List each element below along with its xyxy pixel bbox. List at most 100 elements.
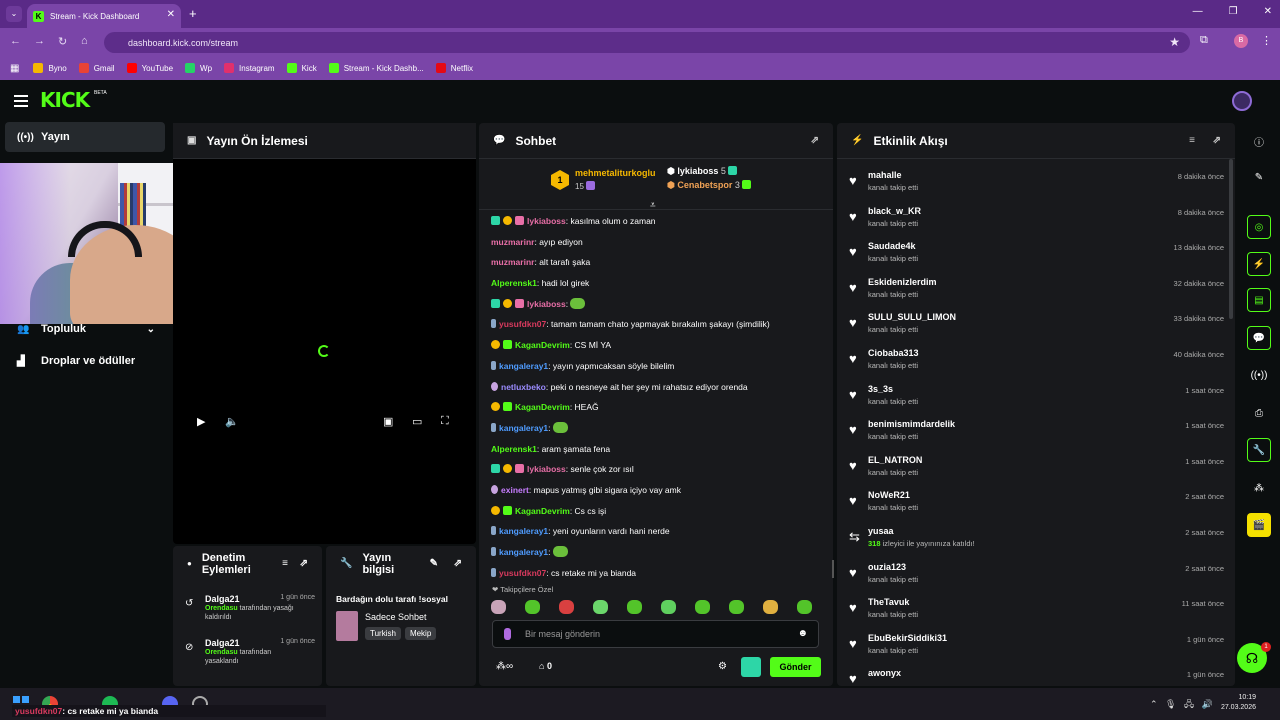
mic-icon[interactable] xyxy=(504,628,511,640)
printer-icon[interactable]: ⎙ xyxy=(1247,401,1271,425)
activity-username[interactable]: EL_NATRON xyxy=(868,455,922,465)
chat-username[interactable]: lykiaboss xyxy=(527,464,566,474)
bookmark-item[interactable]: Netflix xyxy=(435,63,473,73)
chat-username[interactable]: lykiaboss xyxy=(527,216,566,226)
chat-username[interactable]: exinert xyxy=(501,485,529,495)
activity-username[interactable]: yusaa xyxy=(868,526,894,536)
forward-button[interactable]: → xyxy=(34,35,45,47)
activity-username[interactable]: awonyx xyxy=(868,668,901,678)
send-button[interactable]: Gönder xyxy=(770,657,821,677)
sidebar-item-yayin[interactable]: ((•)) Yayın xyxy=(5,122,165,152)
activity-username[interactable]: 3s_3s xyxy=(868,384,893,394)
play-icon[interactable]: ▶ xyxy=(197,415,205,428)
edit-icon[interactable]: ✎ xyxy=(430,558,438,570)
popout-icon[interactable]: ⇗ xyxy=(1213,135,1221,146)
bookmark-item[interactable]: Byno xyxy=(33,63,67,73)
popout-icon[interactable]: ⇗ xyxy=(300,558,308,570)
bookmark-item[interactable]: Instagram xyxy=(224,63,275,73)
activity-username[interactable]: mahalle xyxy=(868,170,902,180)
activity-item[interactable]: ♥ Saudade4k kanalı takip etti 13 dakika önc… xyxy=(849,238,1224,273)
top-gifter-name[interactable]: mehmetaliturkoglu xyxy=(575,168,656,178)
bookmark-item[interactable]: Kick xyxy=(286,63,317,73)
activity-item[interactable]: ♥ NoWeR21 kanalı takip etti 2 saat önce xyxy=(849,487,1224,522)
taskbar-clock[interactable]: 10:19 27.03.2026 xyxy=(1221,693,1256,713)
tab-close-icon[interactable]: ✕ xyxy=(167,9,175,20)
activity-item[interactable]: ♥ black_w_KR kanalı takip etti 8 dakika önc… xyxy=(849,203,1224,238)
chat-username[interactable]: kangaleray1 xyxy=(499,547,548,557)
preview-toggle-icon[interactable]: ◎ xyxy=(1247,215,1271,239)
activity-username[interactable]: ouzia123 xyxy=(868,562,906,572)
kick-bot-icon[interactable] xyxy=(741,657,761,677)
chat-username[interactable]: yusufdkn07 xyxy=(499,319,546,329)
clapper-icon[interactable]: 🎬 xyxy=(1247,513,1271,537)
tag[interactable]: Mekip xyxy=(404,627,437,640)
chat-username[interactable]: Alperensk1 xyxy=(491,278,537,288)
chat-toggle-icon[interactable]: 💬 xyxy=(1247,326,1271,350)
emote[interactable] xyxy=(729,600,744,614)
broadcast-toggle-icon[interactable]: ((•)) xyxy=(1247,363,1271,387)
chat-username[interactable]: kangaleray1 xyxy=(499,423,548,433)
new-tab-button[interactable]: + xyxy=(189,6,197,21)
bookmark-item[interactable]: Wp xyxy=(185,63,212,73)
home-button[interactable]: ⌂ xyxy=(81,35,88,47)
url-bar[interactable]: dashboard.kick.com/stream ★ xyxy=(104,32,1190,53)
activity-username[interactable]: EbuBekirSiddiki31 xyxy=(868,633,947,643)
filter-icon[interactable]: ≡ xyxy=(1189,135,1195,146)
chat-username[interactable]: KaganDevrim xyxy=(515,506,570,516)
collapse-icon[interactable]: ⩡ xyxy=(650,200,656,211)
chat-username[interactable]: muzmarinr xyxy=(491,257,534,267)
chat-username[interactable]: KaganDevrim xyxy=(515,402,570,412)
chat-input[interactable]: Bir mesaj gönderin ☻ xyxy=(492,620,819,648)
chat-username[interactable]: muzmarinr xyxy=(491,237,534,247)
chat-username[interactable]: Alperensk1 xyxy=(491,444,537,454)
activity-username[interactable]: Ciobaba313 xyxy=(868,348,919,358)
points-counter[interactable]: ⌂ 0 xyxy=(539,661,552,671)
activity-item[interactable]: ♥ TheTavuk kanalı takip etti 11 saat önce xyxy=(849,594,1224,629)
emote[interactable] xyxy=(763,600,778,614)
tab-search-button[interactable]: ⌄ xyxy=(6,6,22,22)
emote[interactable] xyxy=(695,600,710,614)
activity-item[interactable]: ♥ SULU_SULU_LIMON kanalı takip etti 33 daki… xyxy=(849,309,1224,344)
kick-logo[interactable]: KICK xyxy=(40,88,90,112)
activity-item[interactable]: ⇆ yusaa 318 izleyici ile yayınınıza katıld… xyxy=(849,523,1224,558)
bookmark-item[interactable]: Gmail xyxy=(78,63,115,73)
popout-icon[interactable]: ⇗ xyxy=(811,135,819,146)
popout-icon[interactable]: ⇗ xyxy=(454,558,462,570)
chat-settings-icon[interactable]: ⚙ xyxy=(718,661,727,672)
activity-item[interactable]: ♥ EL_NATRON kanalı takip etti 1 saat önce xyxy=(849,452,1224,487)
theater-mode-icon[interactable]: ▭ xyxy=(412,415,422,428)
chat-username[interactable]: lykiaboss xyxy=(527,299,566,309)
user-avatar[interactable] xyxy=(1232,91,1252,111)
chat-username[interactable]: KaganDevrim xyxy=(515,340,570,350)
activity-username[interactable]: Saudade4k xyxy=(868,241,916,251)
pip-icon[interactable]: ▣ xyxy=(383,415,393,428)
emote[interactable] xyxy=(593,600,608,614)
browser-menu-icon[interactable]: ⋮ xyxy=(1261,34,1272,47)
back-button[interactable]: ← xyxy=(10,35,21,47)
activity-scrollbar[interactable] xyxy=(1229,159,1233,319)
emote[interactable] xyxy=(797,600,812,614)
volume-icon[interactable]: 🔈 xyxy=(225,415,239,428)
wrench-toggle-icon[interactable]: 🔧 xyxy=(1247,438,1271,462)
activity-username[interactable]: black_w_KR xyxy=(868,206,921,216)
activity-username[interactable]: TheTavuk xyxy=(868,597,909,607)
edit-icon[interactable]: ✎ xyxy=(1247,165,1271,189)
link-icon[interactable]: ⁂∞ xyxy=(496,661,513,672)
activity-item[interactable]: ♥ 3s_3s kanalı takip etti 1 saat önce xyxy=(849,381,1224,416)
emote[interactable] xyxy=(491,600,506,614)
bookmark-item[interactable]: Stream - Kick Dashb... xyxy=(328,63,424,73)
bookmark-item[interactable]: YouTube xyxy=(126,63,173,73)
chat-username[interactable]: yusufdkn07 xyxy=(499,568,546,578)
activity-item[interactable]: ♥ ouzia123 kanalı takip etti 2 saat önce xyxy=(849,559,1224,594)
activity-username[interactable]: NoWeR21 xyxy=(868,490,910,500)
activity-username[interactable]: SULU_SULU_LIMON xyxy=(868,312,956,322)
tray-icons[interactable]: ⌃ 🎙 🖧 🔊 xyxy=(1150,697,1213,713)
activity-item[interactable]: ♥ mahalle kanalı takip etti 8 dakika önce xyxy=(849,167,1224,202)
close-window-button[interactable]: ✕ xyxy=(1264,6,1272,17)
mod-actions-toggle-icon[interactable]: ▤ xyxy=(1247,288,1271,312)
activity-username[interactable]: benimismimdardelik xyxy=(868,419,955,429)
chat-username[interactable]: kangaleray1 xyxy=(499,361,548,371)
activity-item[interactable]: ♥ Ciobaba313 kanalı takip etti 40 dakika ön… xyxy=(849,345,1224,380)
emote[interactable] xyxy=(525,600,540,614)
emote[interactable] xyxy=(661,600,676,614)
